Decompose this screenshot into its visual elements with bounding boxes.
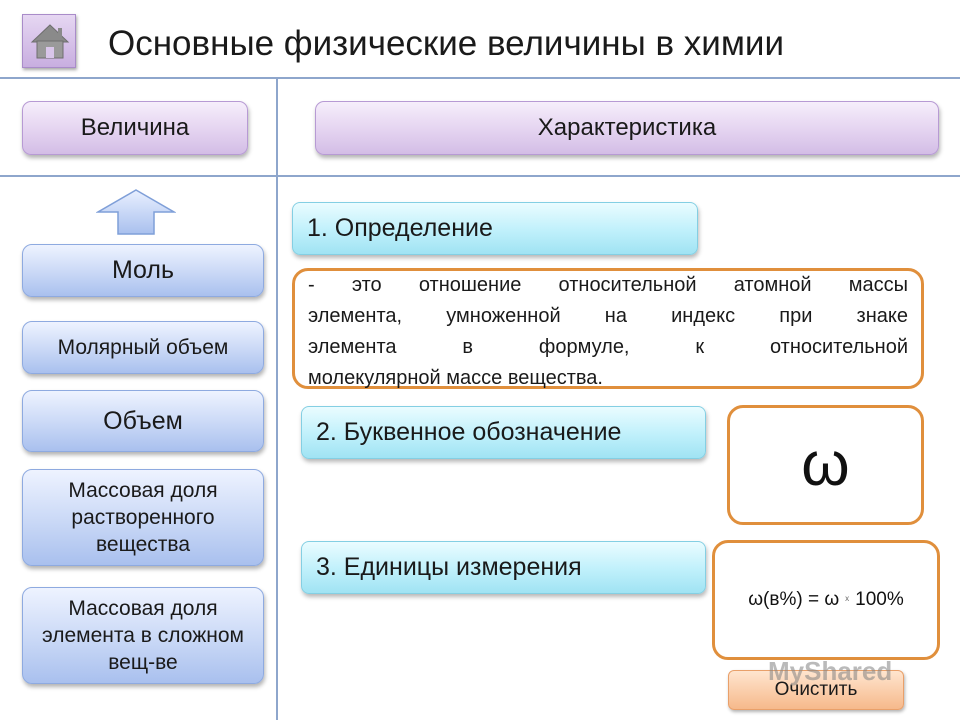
watermark-text: MyShared [768,656,893,686]
home-icon [30,24,70,59]
column-divider [276,77,278,720]
symbol-value: ω [801,430,850,499]
nav-item-label: Массовая доля растворенного вещества [68,478,218,557]
nav-item-label: Моль [111,256,175,285]
definition-line: элемента в формуле, к относительной [308,336,908,358]
nav-item-solute-mass-fraction[interactable]: Массовая доля растворенного вещества [22,469,264,566]
header-divider [0,77,960,79]
nav-item-mole[interactable]: Моль [22,244,264,297]
characteristic-column-button[interactable]: Характеристика [315,101,939,155]
definition-label: 1. Определение [307,214,493,242]
symbol-box: ω [727,405,924,525]
quantity-column-button[interactable]: Величина [22,101,248,155]
quantity-column-label: Величина [80,114,190,141]
page-title: Основные физические величины в химии [108,24,784,63]
characteristic-column-label: Характеристика [537,114,717,141]
symbol-label: 2. Буквенное обозначение [316,418,622,446]
definition-text: - это отношение относительной атомной ма… [308,270,908,394]
symbol-label-button[interactable]: 2. Буквенное обозначение [301,406,706,459]
units-formula-left: ω(в%) = ω [748,589,840,610]
arrow-up-icon[interactable] [96,188,176,236]
home-button[interactable] [22,14,76,68]
units-label-button[interactable]: 3. Единицы измерения [301,541,706,594]
definition-line: молекулярной массе вещества. [308,367,603,389]
definition-line: - это отношение относительной атомной ма… [308,274,908,296]
units-formula-right: 100% [855,589,904,610]
definition-line: элемента, умноженной на индекс при знаке [308,305,908,327]
units-label: 3. Единицы измерения [316,553,582,581]
watermark: MyShared [768,656,892,687]
nav-item-volume[interactable]: Объем [22,390,264,452]
definition-label-button[interactable]: 1. Определение [292,202,698,255]
nav-item-molar-volume[interactable]: Молярный объем [22,321,264,374]
units-box: ω(в%) = ω x 100% [712,540,940,660]
column-header-divider [0,175,960,177]
nav-item-label: Массовая доля элемента в сложном вещ-ве [42,596,244,675]
nav-item-label: Молярный объем [57,335,229,359]
nav-item-label: Объем [103,406,183,435]
multiply-sign: x [845,593,850,603]
nav-item-element-mass-fraction[interactable]: Массовая доля элемента в сложном вещ-ве [22,587,264,684]
